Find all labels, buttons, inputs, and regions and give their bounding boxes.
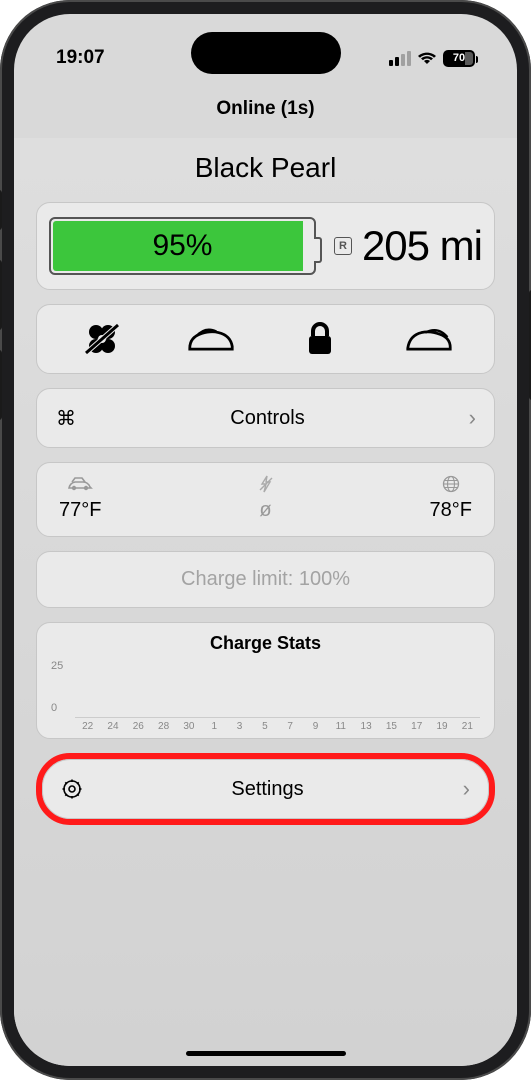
wifi-icon <box>417 51 437 66</box>
flash-off-icon <box>258 473 274 495</box>
charge-limit-label: Charge limit: 100% <box>181 568 350 590</box>
controls-row[interactable]: ⌘ Controls › <box>36 388 495 448</box>
car-temp-icon <box>67 473 93 495</box>
chart-y-axis: 250 <box>51 660 75 718</box>
interior-temp: 77°F <box>59 499 101 522</box>
battery-percent: 95% <box>152 229 212 263</box>
range-value: 205 mi <box>362 222 482 270</box>
charge-limit-card[interactable]: Charge limit: 100% <box>36 551 495 608</box>
climate-fan-icon[interactable] <box>78 319 126 359</box>
settings-highlight: Settings › <box>36 753 495 825</box>
controls-label: Controls <box>91 407 444 430</box>
lock-icon[interactable] <box>296 319 344 359</box>
frunk-icon[interactable] <box>187 319 235 359</box>
quick-actions-card <box>36 304 495 374</box>
command-icon: ⌘ <box>55 406 77 431</box>
settings-row[interactable]: Settings › <box>42 759 489 819</box>
charge-stats-card[interactable]: Charge Stats 250 22242628301357911131517… <box>36 622 495 739</box>
exterior-temp: 78°F <box>430 499 472 522</box>
rated-badge: R <box>334 237 352 255</box>
battery-status-icon: 70 <box>443 50 475 67</box>
dash-symbol: ø <box>259 499 271 522</box>
status-time: 19:07 <box>56 47 105 69</box>
home-indicator <box>186 1051 346 1056</box>
temperature-card[interactable]: 77°F ø 78°F <box>36 462 495 537</box>
gear-icon <box>61 779 83 799</box>
chart-bars <box>75 660 480 718</box>
chevron-right-icon: › <box>458 405 476 431</box>
chevron-right-icon: › <box>452 776 470 802</box>
battery-icon: 95% <box>49 217 316 275</box>
globe-icon <box>442 473 460 495</box>
online-status: Online (1s) <box>14 88 517 138</box>
chart-x-axis: 222426283013579111315171921 <box>75 718 480 732</box>
charge-stats-title: Charge Stats <box>51 633 480 654</box>
settings-label: Settings <box>97 778 438 801</box>
cellular-signal-icon <box>389 51 411 66</box>
vehicle-name: Black Pearl <box>36 138 495 202</box>
dynamic-island <box>191 32 341 74</box>
trunk-icon[interactable] <box>405 319 453 359</box>
battery-range-card[interactable]: 95% R 205 mi <box>36 202 495 290</box>
